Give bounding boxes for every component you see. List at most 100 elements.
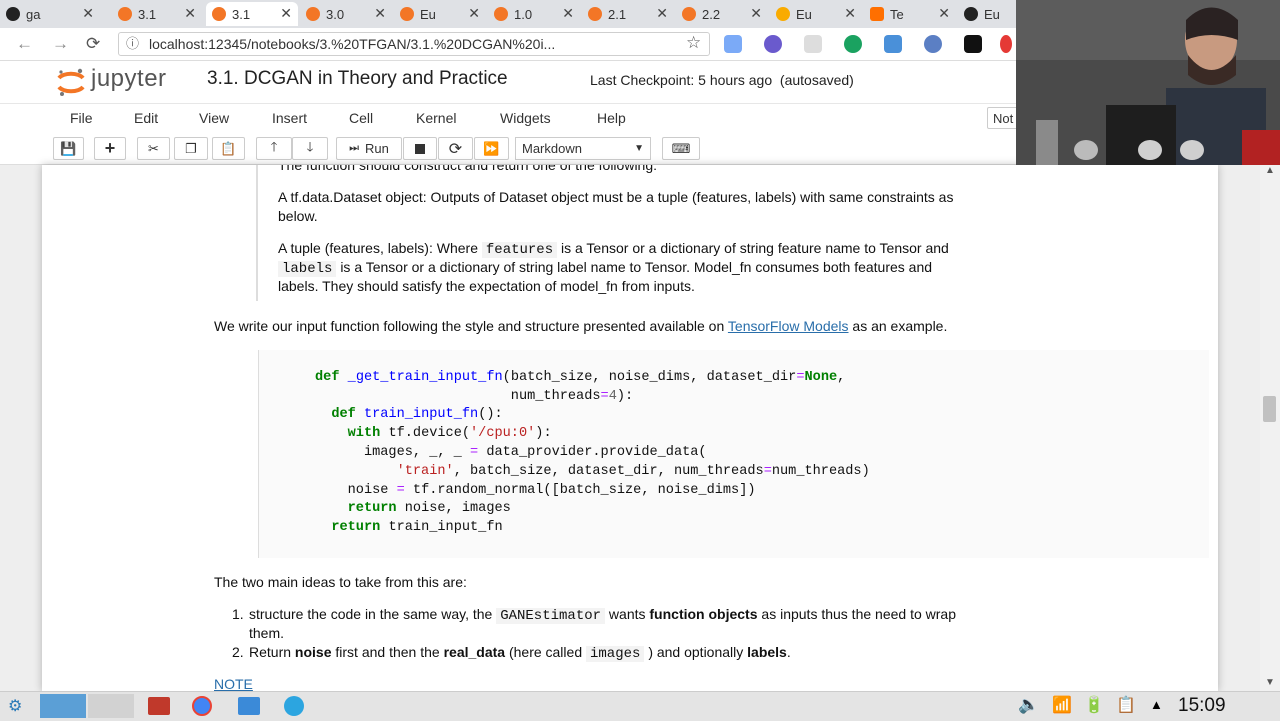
grammarly-icon[interactable] (844, 35, 862, 53)
folder-icon[interactable] (238, 697, 260, 715)
paste-button[interactable]: 📋 (212, 137, 245, 160)
notebook-title[interactable]: 3.1. DCGAN in Theory and Practice (207, 68, 508, 90)
extension-icon[interactable] (924, 35, 942, 53)
webcam-overlay (1016, 0, 1280, 165)
paragraph: We write our input function following th… (214, 317, 947, 336)
browser-tab-active[interactable]: 3.1 ✕ (206, 2, 298, 26)
browser-tab[interactable]: Te ✕ (864, 2, 956, 26)
restart-run-all-button[interactable]: ⏩ (474, 137, 509, 160)
menu-file[interactable]: File (70, 110, 93, 126)
volume-icon[interactable]: 🔈 (1018, 695, 1039, 715)
menu-view[interactable]: View (199, 110, 229, 126)
extension-icon[interactable] (1000, 35, 1012, 53)
scrollbar-thumb[interactable] (1263, 396, 1276, 422)
restart-button[interactable]: ⟳ (438, 137, 473, 160)
inline-code: labels (278, 261, 337, 277)
close-icon[interactable]: ✕ (82, 5, 94, 22)
workspace-switcher[interactable] (88, 694, 134, 718)
browser-tab[interactable]: 1.0 ✕ (488, 2, 580, 26)
list-item: structure the code in the same way, the … (249, 605, 956, 626)
forward-icon[interactable]: → (52, 34, 69, 54)
browser-tab[interactable]: 2.1 ✕ (582, 2, 674, 26)
vertical-scrollbar[interactable]: ▲ ▼ (1260, 165, 1280, 691)
extension-icon[interactable] (804, 35, 822, 53)
move-down-button[interactable]: 🡓 (292, 137, 328, 160)
menu-insert[interactable]: Insert (272, 110, 307, 126)
menu-kernel[interactable]: Kernel (416, 110, 456, 126)
code-line: num_threads=4): (315, 388, 634, 404)
chrome-icon[interactable] (192, 696, 212, 716)
url-text: localhost:12345/notebooks/3.%20TFGAN/3.1… (149, 36, 556, 52)
code-block[interactable]: def _get_train_input_fn(batch_size, nois… (258, 350, 1209, 558)
close-icon[interactable]: ✕ (938, 5, 950, 22)
menu-cell[interactable]: Cell (349, 110, 373, 126)
reload-icon[interactable]: ⟳ (86, 34, 100, 54)
close-icon[interactable]: ✕ (184, 5, 196, 22)
cell-type-select[interactable]: Markdown ▼ (515, 137, 651, 160)
note-link[interactable]: NOTE (214, 675, 253, 691)
browser-tab[interactable]: Eu (958, 2, 1016, 26)
extension-icon[interactable] (884, 35, 902, 53)
close-icon[interactable]: ✕ (750, 5, 762, 22)
tray-up-icon[interactable]: ▲ (1150, 697, 1163, 712)
wifi-icon[interactable]: 📶 (1052, 695, 1072, 715)
browser-tab[interactable]: 2.2 ✕ (676, 2, 768, 26)
close-icon[interactable]: ✕ (562, 5, 574, 22)
extension-icon[interactable] (764, 35, 782, 53)
interrupt-button[interactable] (403, 137, 437, 160)
browser-tab[interactable]: Eu ✕ (770, 2, 862, 26)
battery-icon[interactable]: 🔋 (1084, 695, 1104, 715)
browser-tab[interactable]: ga ✕ (0, 2, 100, 26)
address-bar[interactable]: ⓘ localhost:12345/notebooks/3.%20TFGAN/3… (118, 32, 710, 56)
scroll-down-icon[interactable]: ▼ (1265, 677, 1275, 688)
bookmark-star-icon[interactable]: ☆ (686, 33, 701, 53)
tensorflow-icon (870, 7, 884, 21)
list-item: Return noise first and then the real_dat… (249, 643, 791, 664)
telegram-icon[interactable] (284, 696, 304, 716)
insert-cell-button[interactable]: + (94, 137, 126, 160)
translate-extension-icon[interactable] (724, 35, 742, 53)
clipboard-icon[interactable]: 📋 (1116, 695, 1136, 715)
run-button[interactable]: ⏭ Run (336, 137, 402, 160)
restart-icon: ⟳ (448, 140, 463, 158)
command-palette-button[interactable]: ⌨ (662, 137, 700, 160)
scroll-up-icon[interactable]: ▲ (1265, 165, 1275, 176)
close-icon[interactable]: ✕ (280, 5, 292, 22)
copy-button[interactable]: ❐ (174, 137, 208, 160)
browser-tab[interactable]: 3.0 ✕ (300, 2, 392, 26)
browser-tab[interactable]: Eu ✕ (394, 2, 486, 26)
menu-widgets[interactable]: Widgets (500, 110, 551, 126)
close-icon[interactable]: ✕ (656, 5, 668, 22)
os-taskbar: ⚙ 🔈 📶 🔋 📋 ▲ 15:09 (0, 691, 1280, 721)
clock[interactable]: 15:09 (1178, 695, 1226, 717)
jupyter-logo-icon[interactable] (56, 67, 86, 97)
extension-icon[interactable] (964, 35, 982, 53)
jupyter-logo-text[interactable]: jupyter (91, 65, 167, 93)
caret-down-icon: ▼ (634, 143, 644, 154)
jupyter-icon (306, 7, 320, 21)
workspace-switcher[interactable] (40, 694, 86, 718)
browser-tab[interactable]: 3.1 ✕ (112, 2, 202, 26)
save-icon: 💾 (60, 140, 77, 156)
close-icon[interactable]: ✕ (468, 5, 480, 22)
close-icon[interactable]: ✕ (374, 5, 386, 22)
code-text: def _get_train_input_fn(batch_size, nois… (315, 350, 870, 538)
presenter-video-image (1016, 0, 1280, 165)
cut-button[interactable]: ✂ (137, 137, 170, 160)
notebook-container: The function should construct and return… (42, 165, 1218, 691)
arrow-up-icon: 🡑 (270, 138, 278, 154)
info-icon[interactable]: ⓘ (126, 33, 139, 55)
code-line: noise = tf.random_normal([batch_size, no… (315, 482, 756, 498)
paragraph: labels. They should satisfy the expectat… (278, 278, 695, 294)
tensorflow-models-link[interactable]: TensorFlow Models (728, 318, 849, 334)
move-up-button[interactable]: 🡑 (256, 137, 292, 160)
text: wants (608, 606, 646, 622)
save-button[interactable]: 💾 (53, 137, 84, 160)
close-icon[interactable]: ✕ (844, 5, 856, 22)
start-menu-icon[interactable]: ⚙ (8, 696, 22, 716)
app-icon[interactable] (148, 697, 170, 715)
menu-help[interactable]: Help (597, 110, 626, 126)
text: is a Tensor or a dictionary of string fe… (561, 240, 949, 256)
menu-edit[interactable]: Edit (134, 110, 158, 126)
back-icon[interactable]: ← (16, 34, 33, 54)
